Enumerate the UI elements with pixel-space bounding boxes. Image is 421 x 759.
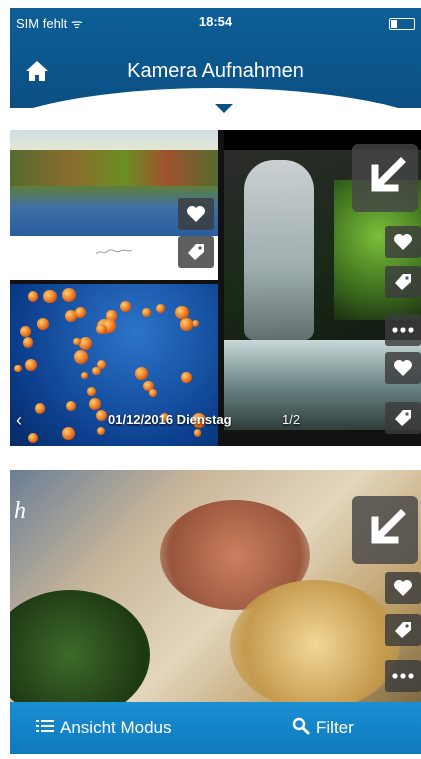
- lantern-decoration: [43, 289, 57, 304]
- expand-arrow-icon: [371, 509, 406, 544]
- lantern-decoration: [135, 367, 149, 381]
- tag-icon: [395, 410, 411, 426]
- photo-food-card[interactable]: h: [10, 470, 421, 702]
- search-icon: [292, 717, 310, 740]
- lantern-decoration: [180, 318, 193, 331]
- chevron-down-icon[interactable]: [215, 104, 233, 113]
- lantern-decoration: [141, 307, 151, 317]
- favorite-button[interactable]: [385, 352, 421, 384]
- photo-text: h: [14, 498, 26, 524]
- tag-button[interactable]: [385, 402, 421, 434]
- lantern-decoration: [92, 366, 101, 376]
- lantern-decoration: [96, 323, 107, 335]
- expand-button[interactable]: [352, 496, 418, 564]
- photo-collage-card[interactable]: ‹ 01/12/2016 Dienstag 1/2: [10, 130, 421, 446]
- lantern-decoration: [119, 301, 131, 313]
- more-button[interactable]: [385, 314, 421, 346]
- tag-icon: [188, 244, 204, 260]
- lantern-decoration: [80, 371, 88, 379]
- heart-icon: [187, 206, 205, 222]
- tag-icon: [395, 622, 411, 638]
- page-title: Kamera Aufnahmen: [127, 60, 304, 82]
- tag-button[interactable]: [385, 614, 421, 646]
- more-button[interactable]: [385, 660, 421, 692]
- heart-icon: [394, 360, 412, 376]
- tag-icon: [395, 274, 411, 290]
- lantern-decoration: [73, 349, 89, 365]
- favorite-button[interactable]: [385, 226, 421, 258]
- filter-button[interactable]: Filter: [292, 702, 354, 754]
- expand-button[interactable]: [352, 144, 418, 212]
- lantern-decoration: [180, 372, 192, 383]
- lantern-decoration: [175, 305, 189, 320]
- favorite-button[interactable]: [178, 198, 214, 230]
- lantern-decoration: [20, 325, 32, 337]
- lantern-decoration: [14, 364, 22, 373]
- lantern-decoration: [148, 388, 157, 397]
- more-icon: [392, 673, 414, 679]
- battery-icon: [389, 18, 415, 30]
- lantern-decoration: [61, 287, 76, 302]
- lantern-decoration: [74, 307, 87, 319]
- bottom-toolbar: Ansicht Modus Filter: [10, 702, 421, 754]
- filter-label: Filter: [316, 718, 354, 737]
- lantern-decoration: [22, 337, 34, 349]
- heart-icon: [394, 580, 412, 596]
- lantern-decoration: [155, 303, 165, 313]
- heart-icon: [394, 234, 412, 250]
- app-frame: SIM fehlt ᯤ 18:54 Kamera Aufnahmen ‹ 01/…: [10, 8, 421, 759]
- view-mode-label: Ansicht Modus: [60, 718, 172, 737]
- page-count: 1/2: [282, 412, 301, 427]
- lake-sky: [10, 130, 218, 152]
- list-icon: [36, 718, 54, 738]
- tag-button[interactable]: [178, 236, 214, 268]
- expand-arrow-icon: [371, 157, 406, 192]
- lantern-decoration: [87, 386, 96, 396]
- view-mode-button[interactable]: Ansicht Modus: [36, 702, 172, 754]
- lantern-decoration: [27, 291, 39, 302]
- food-pasta: [230, 580, 400, 702]
- lantern-decoration: [25, 358, 38, 372]
- lake-trees: [10, 150, 218, 188]
- tag-button[interactable]: [385, 266, 421, 298]
- status-bar: SIM fehlt ᯤ 18:54: [16, 12, 415, 34]
- favorite-button[interactable]: [385, 572, 421, 604]
- clock: 18:54: [198, 14, 233, 29]
- previous-icon[interactable]: ‹: [16, 410, 22, 431]
- lantern-decoration: [36, 317, 49, 330]
- lantern-decoration: [78, 336, 93, 350]
- lantern-decoration: [73, 337, 81, 345]
- waterfall-stream: [244, 160, 314, 340]
- more-icon: [392, 327, 414, 333]
- food-broccoli: [10, 590, 150, 702]
- date-caption: 01/12/2016 Dienstag: [108, 412, 232, 427]
